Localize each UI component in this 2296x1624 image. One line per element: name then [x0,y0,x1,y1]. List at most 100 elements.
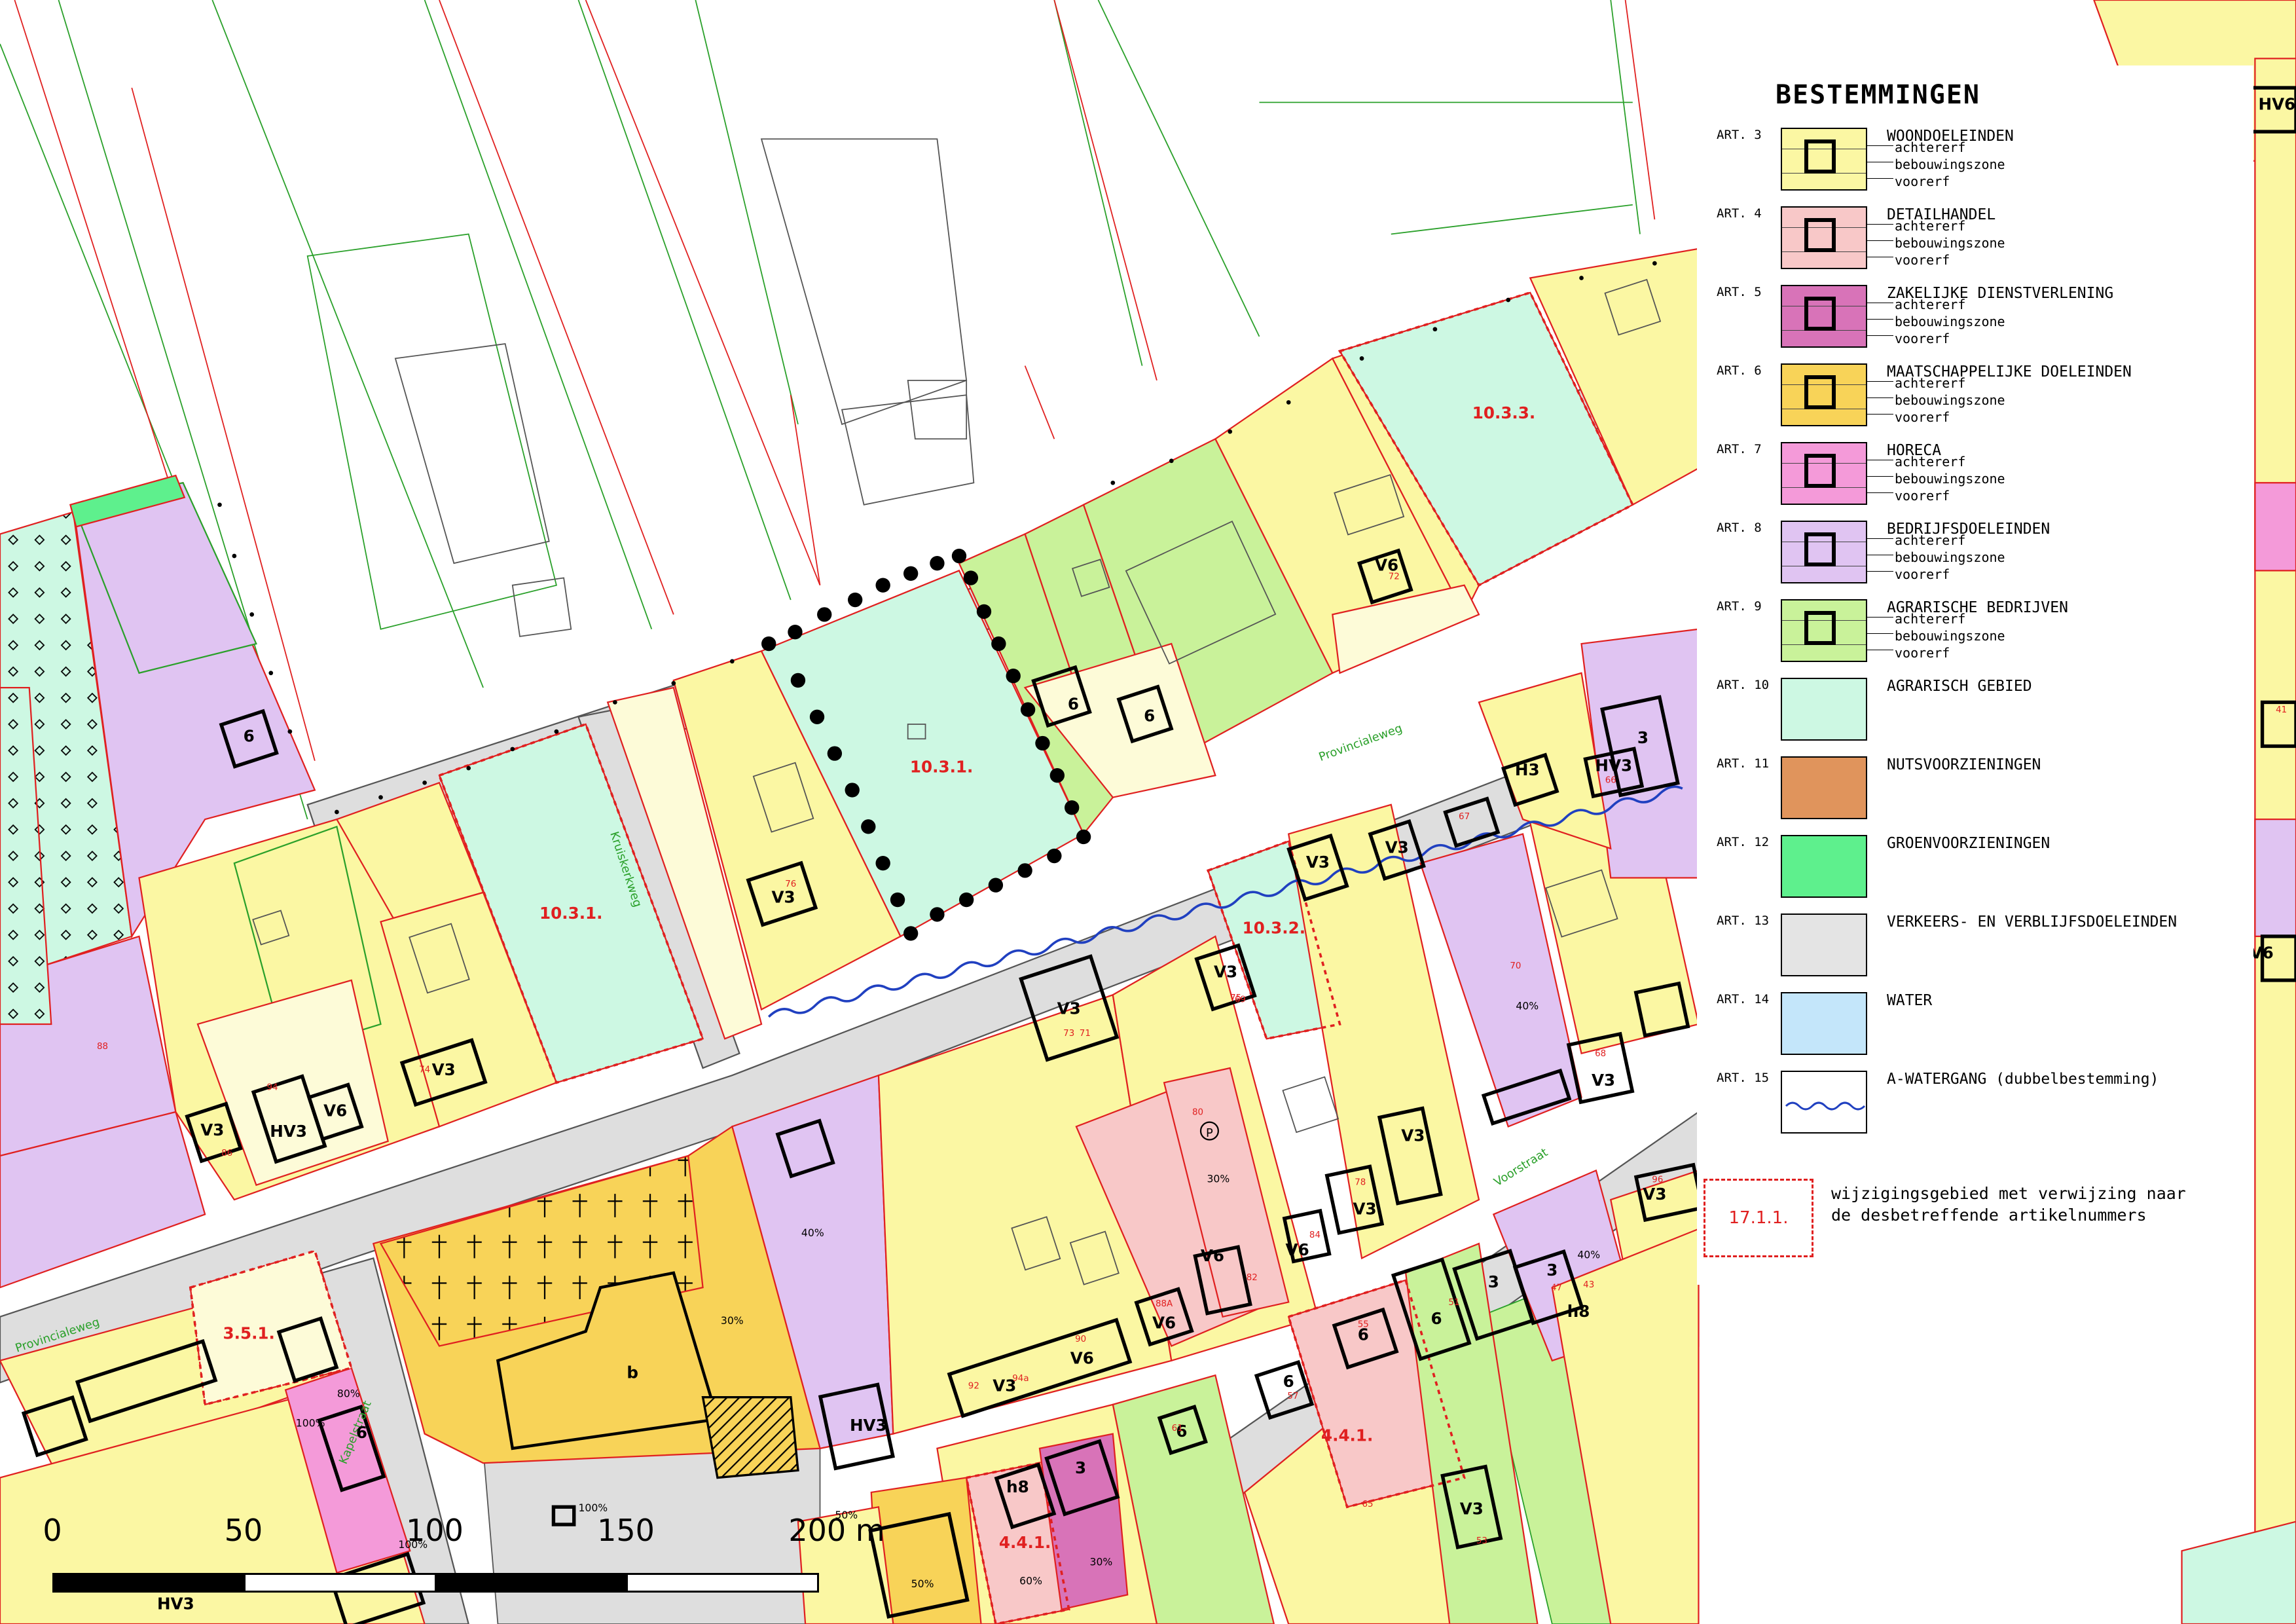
swatch-building-icon [1804,297,1836,331]
building-code: 3 [1488,1272,1499,1291]
legend-swatch [1781,599,1867,662]
change-area-label: 10.3.1. [539,904,602,923]
house-number: 41 [2276,705,2287,715]
scale-segment [435,1573,628,1593]
percentage-label: 50% [911,1578,934,1590]
legend-article: ART. 4 [1717,206,1762,221]
legend-article: ART. 11 [1717,756,1770,771]
building-code: V3 [200,1120,224,1139]
house-number: 82 [1247,1273,1258,1283]
house-number: 65 [1362,1500,1373,1509]
legend-item: ART. 3 WOONDOELEINDEN achtererf bebouwingsz… [1697,128,2253,200]
legend-swatch [1781,521,1867,583]
building-code: 6 [1144,706,1155,725]
legend-name: WATER [1887,992,1933,1009]
house-number: 72 [1389,572,1400,582]
building-code: 6 [1283,1372,1294,1391]
legend-leader-lines [1867,521,1893,583]
building-code: V6 [1152,1314,1176,1333]
house-number: 96 [1652,1175,1663,1185]
legend-swatch [1781,285,1867,348]
house-number: 78 [1355,1178,1366,1188]
house-number: 94 [266,1083,278,1093]
street-label: Voorstraat [1491,1145,1550,1189]
change-area-label: 3.5.1. [223,1323,275,1342]
building-code: HV6 [2259,95,2296,114]
house-number: 70 [1510,961,1521,971]
scale-label: 0 [43,1513,62,1548]
building-code: HV3 [1595,756,1632,775]
swatch-building-icon [1804,532,1836,566]
legend-sub-label: bebouwingszone [1895,628,2005,644]
house-number: 88 [97,1042,108,1052]
legend-item: ART. 8 BEDRIJFSDOELEINDEN achtererf bebouwi… [1697,521,2253,593]
legend-item: ART. 6 MAATSCHAPPELIJKE DOELEINDEN achtere… [1697,363,2253,435]
parking-symbol: P [1206,1126,1213,1140]
legend-sub-label: voorerf [1895,566,1950,582]
legend-sub-label: bebouwingszone [1895,549,2005,565]
legend-sub-label: bebouwingszone [1895,235,2005,251]
scale-bar: 0 50 100 150 200 m [43,1513,885,1611]
legend-sub-label: achtererf [1895,139,1966,155]
legend-item: ART. 13 VERKEERS- EN VERBLIJFSDOELEINDEN [1697,913,2253,986]
percentage-label: 40% [1577,1248,1600,1261]
legend-leader-lines [1867,442,1893,505]
legend-sub-label: achtererf [1895,611,1966,627]
legend-leader-lines [1867,599,1893,662]
scale-label: 50 [224,1513,263,1548]
building-code: 6 [356,1423,367,1442]
legend-name: VERKEERS- EN VERBLIJFSDOELEINDEN [1887,913,2178,931]
legend-leader-lines [1867,363,1893,426]
change-area-sample: 17.1.1. [1704,1179,1813,1257]
building-code: HV3 [850,1416,887,1435]
percentage-label: 60% [1019,1575,1042,1587]
legend-name: AGRARISCH GEBIED [1887,678,2032,695]
building-code: V3 [1306,853,1330,872]
scale-label: 100 [406,1513,464,1548]
change-area-label: 10.3.3. [1472,403,1535,422]
house-number: 73 [1063,1029,1074,1039]
house-number: 55 [1358,1320,1369,1329]
legend-article: ART. 10 [1717,678,1770,692]
legend-leader-lines [1867,285,1893,348]
legend-sub-label: voorerf [1895,409,1950,425]
swatch-building-icon [1804,375,1836,409]
building-code: V3 [1057,999,1081,1018]
building-code: V3 [432,1060,456,1079]
house-number: 80 [1192,1107,1203,1117]
house-number: 43 [1583,1280,1594,1290]
percentage-label: 80% [337,1388,360,1400]
legend-article: ART. 12 [1717,835,1770,849]
street-label: Provincialeweg [1317,722,1404,764]
building-code: V3 [1460,1499,1484,1518]
house-number: 57 [1287,1392,1298,1401]
legend-swatch [1781,678,1867,741]
legend-item: ART. 15 A-WATERGANG (dubbelbestemming) [1697,1071,2253,1143]
building-code: V3 [1592,1071,1615,1090]
legend-title: BESTEMMINGEN [1776,80,1980,110]
building-code: h8 [1006,1477,1029,1496]
legend-leader-lines [1867,128,1893,191]
wave-icon [1785,1101,1866,1111]
legend-sub-label: voorerf [1895,252,1950,268]
legend-sub-label: achtererf [1895,454,1966,470]
building-code: V3 [1401,1126,1425,1145]
house-number: 71 [1080,1029,1091,1039]
legend-sub-label: achtererf [1895,532,1966,548]
legend-article: ART. 6 [1717,363,1762,378]
building-code: 6 [244,727,255,746]
legend-sub-label: bebouwingszone [1895,392,2005,408]
building-code: V3 [1385,838,1409,857]
legend: BESTEMMINGEN ART. 3 WOONDOELEINDEN achtere… [1697,65,2253,1285]
legend-article: ART. 5 [1717,285,1762,299]
building-code: V3 [1643,1185,1666,1204]
house-number: 94a [1012,1374,1029,1384]
legend-note: 17.1.1. wijzigingsgebied met verwijzing … [1697,1179,2253,1264]
legend-leader-lines [1867,206,1893,269]
scale-segment [626,1573,819,1593]
building-code: H3 [1515,760,1540,779]
house-number: 66 [1605,775,1616,785]
legend-sub-label: bebouwingszone [1895,157,2005,172]
percentage-label: 30% [721,1314,744,1327]
house-number: 51 [1448,1298,1459,1308]
